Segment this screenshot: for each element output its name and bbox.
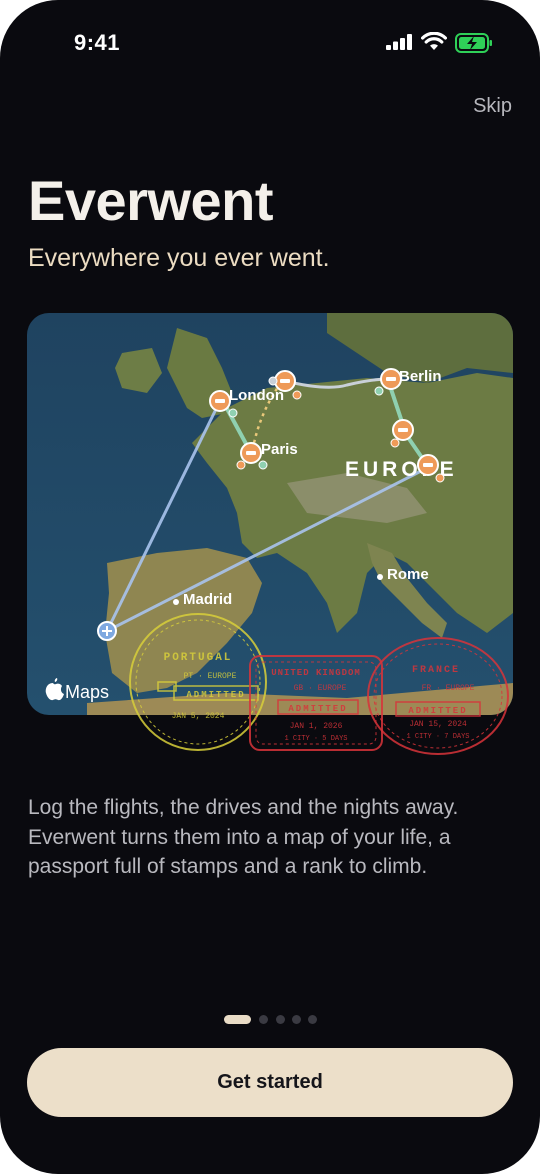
stay-pin-london-east-icon[interactable] (274, 370, 296, 392)
app-title: Everwent (28, 169, 274, 232)
maps-attribution: Maps (65, 682, 109, 702)
city-label-berlin: Berlin (399, 368, 442, 385)
stamp-uk-codes: GB · EUROPE (294, 684, 347, 693)
stamp-france-date: JAN 15, 2024 (409, 720, 467, 729)
city-label-rome: Rome (387, 566, 429, 583)
stamp-france-country: FRANCE (412, 665, 460, 676)
status-time: 9:41 (74, 30, 121, 55)
stamp-united-kingdom: UNITED KINGDOM GB · EUROPE ADMITTED JAN … (249, 655, 383, 751)
status-bar: 9:41 (0, 0, 540, 90)
stamp-portugal: PORTUGAL PT · EUROPE ADMITTED JAN 5, 202… (129, 613, 267, 751)
phone-screen: 9:41 Skip Everwent Everywhere you ever w… (0, 0, 540, 1174)
stay-pin-paris-icon[interactable] (240, 442, 262, 464)
stay-pin-london-icon[interactable] (209, 390, 231, 412)
page-dot-1[interactable] (224, 1015, 251, 1024)
stamp-uk-country: UNITED KINGDOM (271, 668, 361, 678)
stamp-portugal-codes: PT · EUROPE (184, 672, 237, 681)
get-started-button[interactable]: Get started (27, 1048, 513, 1117)
cellular-signal-icon (386, 34, 412, 50)
page-dot-3[interactable] (276, 1015, 285, 1024)
page-dot-5[interactable] (308, 1015, 317, 1024)
app-tagline: Everywhere you ever went. (28, 244, 330, 272)
stamp-uk-status: ADMITTED (288, 704, 347, 714)
stamp-uk-date: JAN 1, 2026 (290, 722, 343, 731)
stay-pin-vienna-icon[interactable] (417, 454, 439, 476)
stay-pin-berlin-icon[interactable] (380, 368, 402, 390)
city-label-london: London (229, 387, 284, 404)
stay-pin-prague-icon[interactable] (392, 419, 414, 441)
city-dot-rome (377, 574, 383, 580)
passport-stamps: PORTUGAL PT · EUROPE ADMITTED JAN 5, 202… (129, 613, 509, 755)
stamp-portugal-date: JAN 5, 2024 (172, 712, 225, 721)
stamp-portugal-status: ADMITTED (186, 690, 245, 700)
page-dot-4[interactable] (292, 1015, 301, 1024)
battery-charging-icon (455, 33, 492, 53)
stamp-france: FRANCE FR · EUROPE ADMITTED JAN 15, 2024… (367, 637, 509, 755)
city-label-madrid: Madrid (183, 591, 232, 608)
stamp-portugal-country: PORTUGAL (164, 652, 233, 664)
city-label-paris: Paris (261, 441, 298, 458)
wifi-icon (421, 32, 447, 50)
page-dot-2[interactable] (259, 1015, 268, 1024)
stamp-france-status: ADMITTED (408, 706, 467, 716)
stamp-france-codes: FR · EUROPE (422, 684, 475, 693)
city-dot-madrid (173, 599, 179, 605)
stamp-uk-detail: 1 CITY · 5 DAYS (284, 735, 347, 743)
skip-button[interactable]: Skip (473, 95, 512, 118)
stamp-france-detail: 1 CITY · 7 DAYS (406, 733, 469, 741)
onboarding-description: Log the flights, the drives and the nigh… (28, 796, 459, 878)
